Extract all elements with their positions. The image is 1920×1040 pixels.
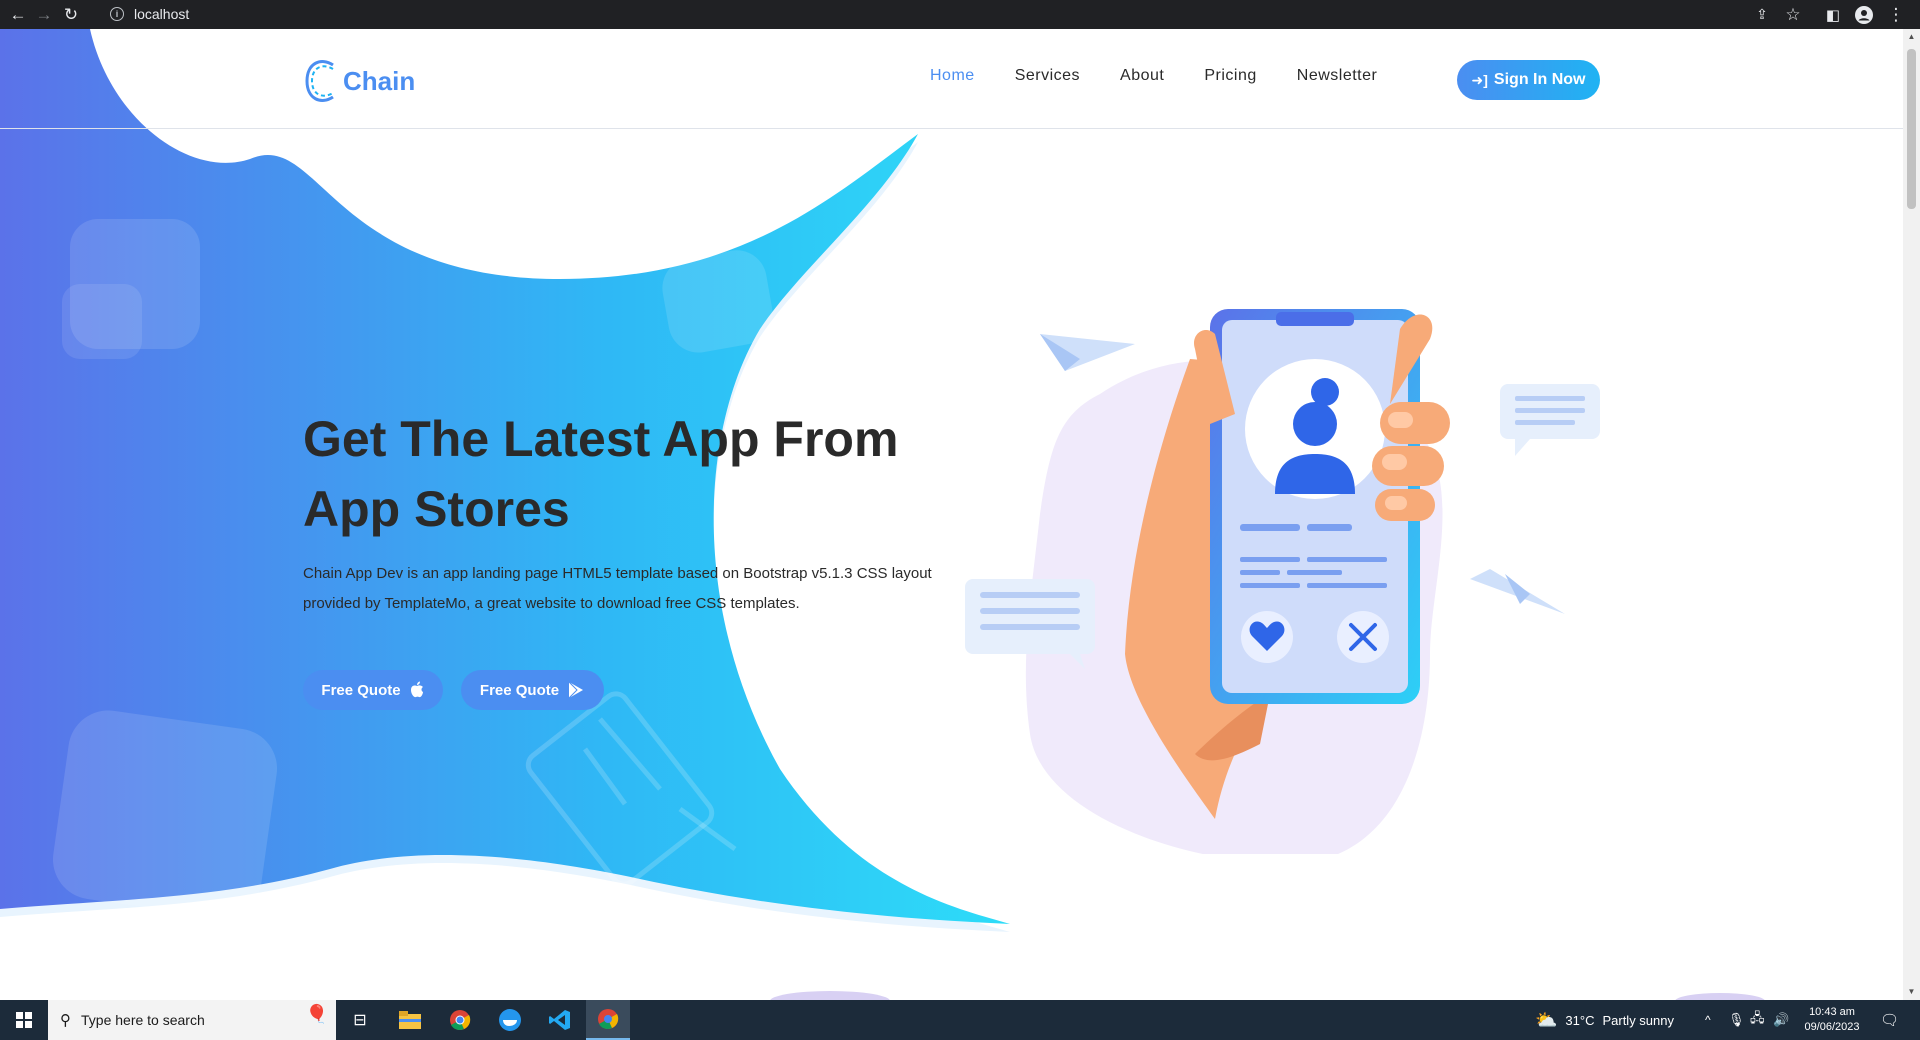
address-bar[interactable]: i localhost <box>110 2 1460 26</box>
taskbar-search-placeholder: Type here to search <box>81 1012 205 1028</box>
free-quote-play-label: Free Quote <box>479 681 560 699</box>
clock-time: 10:43 am <box>1809 1006 1855 1018</box>
browser-toolbar: ← → ↻ i localhost ⇪ ☆ ◧ ⋮ <box>0 0 1920 29</box>
free-quote-apple-label: Free Quote <box>321 681 401 699</box>
taskbar-search-input[interactable]: ⚲ Type here to search 🎈 <box>48 1000 336 1040</box>
scroll-thumb[interactable] <box>1907 49 1916 209</box>
bookmark-star-icon[interactable]: ☆ <box>1779 0 1807 29</box>
hero-desc-line2: provided by TemplateMo, a great website … <box>303 595 800 612</box>
apple-icon <box>410 681 423 698</box>
clock[interactable]: 10:43 am 09/06/2023 <box>1796 1000 1868 1040</box>
free-quote-apple-button[interactable]: Free Quote <box>303 670 443 710</box>
weather-temp: 31°C <box>1565 1012 1595 1028</box>
chrome-profile-icon[interactable] <box>586 1000 630 1040</box>
show-hidden-icons-icon[interactable]: ^ <box>1705 1000 1711 1040</box>
nav-about[interactable]: About <box>1120 67 1164 85</box>
notifications-icon[interactable]: 🗨 <box>1880 1000 1899 1040</box>
page-scrollbar[interactable]: ▲ ▼ <box>1903 29 1920 1000</box>
file-explorer-icon[interactable] <box>392 1006 428 1034</box>
hero-title: Get The Latest App From App Stores <box>303 404 943 544</box>
page-viewport: Chain Home Services About Pricing Newsle… <box>0 29 1903 1000</box>
task-view-icon[interactable]: ⊟ <box>342 1006 378 1034</box>
side-panel-icon[interactable]: ◧ <box>1819 0 1847 29</box>
windows-start-icon[interactable] <box>0 1000 48 1040</box>
site-info-icon[interactable]: i <box>110 7 124 21</box>
nav-home[interactable]: Home <box>930 67 975 85</box>
scroll-up-icon[interactable]: ▲ <box>1907 32 1916 42</box>
free-quote-play-button[interactable]: Free Quote <box>461 670 604 710</box>
logo-text: Chain <box>343 65 416 96</box>
hero-title-line1: Get The Latest App From <box>303 411 899 467</box>
url-text: localhost <box>134 6 190 22</box>
sign-in-icon: ➜] <box>1471 71 1488 88</box>
hero-title-line2: App Stores <box>303 481 570 537</box>
scroll-down-icon[interactable]: ▼ <box>1907 987 1916 997</box>
windows-taskbar: ⚲ Type here to search 🎈 ⊟ ⛅ 31°C Partly … <box>0 1000 1920 1040</box>
hero-phone-illustration <box>965 309 1600 854</box>
chrome-icon[interactable] <box>442 1006 478 1034</box>
weather-widget[interactable]: ⛅ 31°C Partly sunny <box>1535 1000 1674 1040</box>
weather-partly-sunny-icon: ⛅ <box>1535 1009 1558 1030</box>
hero-description: Chain App Dev is an app landing page HTM… <box>303 559 943 619</box>
profile-icon[interactable] <box>1850 0 1878 29</box>
share-icon[interactable]: ⇪ <box>1748 0 1776 29</box>
reload-icon[interactable]: ↻ <box>57 0 85 29</box>
logo[interactable]: Chain <box>303 57 415 105</box>
chain-logo-icon <box>305 60 334 102</box>
clock-date: 09/06/2023 <box>1804 1021 1860 1033</box>
microphone-icon[interactable]: 🎙 <box>1728 1000 1745 1040</box>
nav-newsletter[interactable]: Newsletter <box>1297 67 1378 85</box>
search-highlight-icon: 🎈 <box>305 1004 328 1024</box>
volume-icon[interactable]: 🔊 <box>1773 1000 1789 1040</box>
network-icon[interactable]: 🖧 <box>1750 1000 1765 1040</box>
forward-icon[interactable]: → <box>30 0 58 29</box>
back-icon[interactable]: ← <box>4 0 32 29</box>
weather-desc: Partly sunny <box>1602 1012 1675 1028</box>
nav-pricing[interactable]: Pricing <box>1204 67 1256 85</box>
site-header: Chain Home Services About Pricing Newsle… <box>0 29 1903 129</box>
docker-icon[interactable] <box>492 1006 528 1034</box>
search-icon: ⚲ <box>60 1012 71 1029</box>
play-store-icon <box>568 681 584 699</box>
menu-kebab-icon[interactable]: ⋮ <box>1882 0 1910 29</box>
sign-in-label: Sign In Now <box>1493 71 1586 88</box>
nav-services[interactable]: Services <box>1015 67 1080 85</box>
vscode-icon[interactable] <box>542 1006 578 1034</box>
hero-desc-line1: Chain App Dev is an app landing page HTM… <box>303 565 932 582</box>
main-nav: Home Services About Pricing Newsletter <box>930 67 1417 85</box>
sign-in-button[interactable]: ➜] Sign In Now <box>1457 60 1600 100</box>
